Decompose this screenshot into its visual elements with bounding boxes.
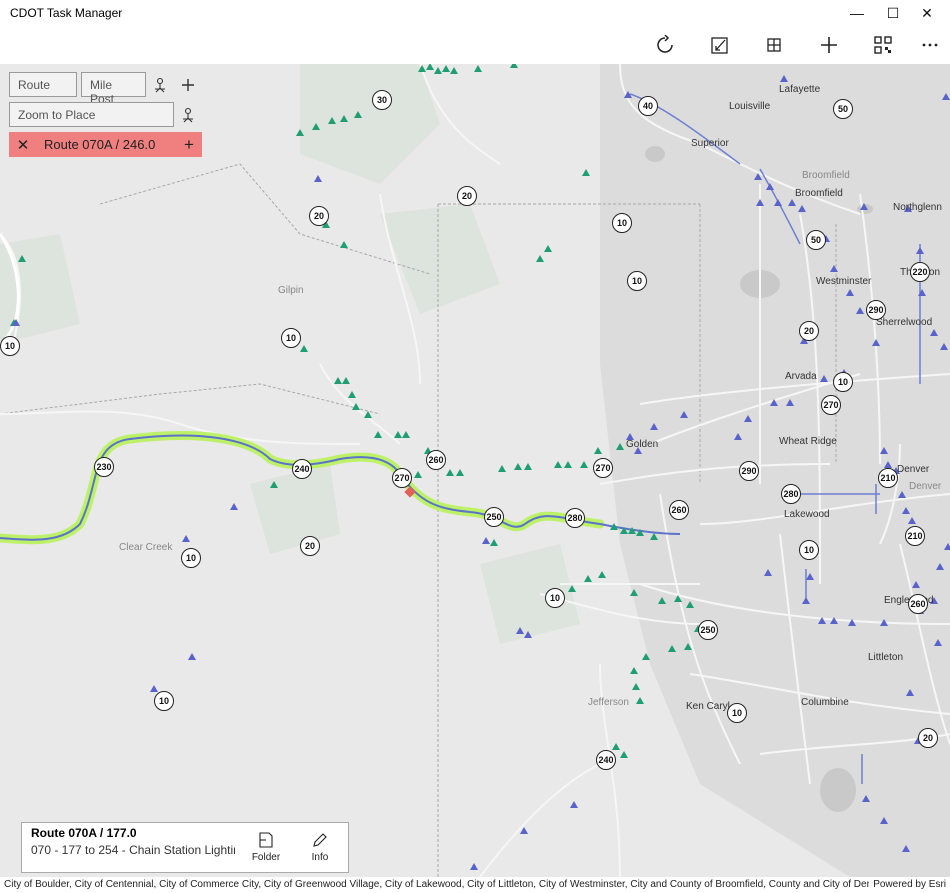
active-route-chip: ✕ Route 070A / 246.0 + bbox=[9, 132, 202, 157]
place-label: Columbine bbox=[801, 697, 849, 708]
place-label: Gilpin bbox=[278, 285, 304, 296]
milepost-shield[interactable]: 30 bbox=[372, 90, 392, 110]
info-card-title: Route 070A / 177.0 bbox=[31, 826, 137, 840]
attribution-text: City of Boulder, City of Centennial, Cit… bbox=[4, 879, 870, 890]
more-icon[interactable] bbox=[915, 32, 945, 58]
milepost-shield[interactable]: 20 bbox=[457, 186, 477, 206]
toolbar bbox=[0, 26, 950, 64]
locate-person-icon[interactable] bbox=[149, 74, 171, 96]
milepost-shield[interactable]: 270 bbox=[392, 468, 412, 488]
milepost-shield[interactable]: 280 bbox=[781, 484, 801, 504]
asset-info-card[interactable]: Route 070A / 177.0 070 - 177 to 254 - Ch… bbox=[21, 822, 349, 873]
milepost-shield[interactable]: 290 bbox=[739, 461, 759, 481]
info-button[interactable]: Info bbox=[298, 831, 342, 863]
place-label: Golden bbox=[626, 439, 659, 450]
folder-icon bbox=[259, 832, 273, 848]
place-label: Denver bbox=[909, 481, 942, 492]
milepost-shield[interactable]: 260 bbox=[426, 450, 446, 470]
place-label: Arvada bbox=[785, 371, 817, 382]
milepost-shield[interactable]: 10 bbox=[545, 588, 565, 608]
milepost-input[interactable]: Mile Post bbox=[81, 72, 146, 106]
milepost-shield[interactable]: 10 bbox=[0, 336, 20, 356]
add-icon[interactable] bbox=[177, 74, 199, 96]
milepost-shield[interactable]: 210 bbox=[878, 468, 898, 488]
milepost-shield[interactable]: 250 bbox=[484, 507, 504, 527]
info-card-subtitle: 070 - 177 to 254 - Chain Station Lightin… bbox=[31, 843, 235, 857]
route-input[interactable]: Route bbox=[9, 72, 77, 97]
grid-icon[interactable] bbox=[759, 32, 789, 58]
milepost-shield[interactable]: 210 bbox=[905, 526, 925, 546]
milepost-shield[interactable]: 280 bbox=[565, 508, 585, 528]
milepost-shield[interactable]: 230 bbox=[94, 457, 114, 477]
milepost-shield[interactable]: 10 bbox=[833, 372, 853, 392]
place-label: Sherrelwood bbox=[876, 317, 933, 328]
app-title: CDOT Task Manager bbox=[10, 6, 123, 20]
milepost-shield[interactable]: 10 bbox=[154, 691, 174, 711]
milepost-shield[interactable]: 260 bbox=[908, 594, 928, 614]
place-label: Denver bbox=[897, 464, 930, 475]
map-attribution: City of Boulder, City of Centennial, Cit… bbox=[0, 877, 950, 893]
place-label: Northglenn bbox=[893, 202, 942, 213]
place-label: Broomfield bbox=[802, 170, 850, 181]
milepost-shield[interactable]: 20 bbox=[300, 536, 320, 556]
close-icon[interactable]: ✕ bbox=[9, 136, 37, 154]
title-bar: CDOT Task Manager — ☐ ✕ bbox=[0, 0, 950, 26]
milepost-shield[interactable]: 20 bbox=[918, 728, 938, 748]
edit-map-icon[interactable] bbox=[705, 32, 735, 58]
pencil-icon bbox=[313, 833, 327, 847]
milepost-shield[interactable]: 50 bbox=[806, 230, 826, 250]
milepost-shield[interactable]: 290 bbox=[866, 300, 886, 320]
milepost-shield[interactable]: 240 bbox=[292, 459, 312, 479]
milepost-shield[interactable]: 10 bbox=[281, 328, 301, 348]
milepost-shield[interactable]: 270 bbox=[593, 458, 613, 478]
place-label: Broomfield bbox=[795, 188, 843, 199]
place-label: Louisville bbox=[729, 101, 771, 112]
milepost-shield[interactable]: 20 bbox=[309, 206, 329, 226]
place-label: Westminster bbox=[816, 276, 872, 287]
place-label: Ken Caryl bbox=[686, 701, 730, 712]
map-view[interactable]: Lafayette Louisville Superior Broomfield… bbox=[0, 64, 950, 877]
place-label: Littleton bbox=[868, 652, 904, 663]
milepost-shield[interactable]: 250 bbox=[698, 620, 718, 640]
milepost-shield[interactable]: 40 bbox=[638, 96, 658, 116]
place-label: Jefferson bbox=[588, 697, 629, 708]
locate-person-icon[interactable] bbox=[177, 104, 199, 126]
active-route-label[interactable]: Route 070A / 246.0 bbox=[37, 137, 176, 152]
folder-button[interactable]: Folder bbox=[244, 831, 288, 863]
place-label: Superior bbox=[691, 138, 729, 149]
milepost-shield[interactable]: 50 bbox=[833, 99, 853, 119]
milepost-shield[interactable]: 10 bbox=[799, 540, 819, 560]
place-label: Lakewood bbox=[784, 509, 830, 520]
milepost-shield[interactable]: 240 bbox=[596, 750, 616, 770]
add-icon[interactable] bbox=[814, 32, 844, 58]
place-label: Lafayette bbox=[779, 84, 821, 95]
map-base-layer bbox=[0, 64, 950, 877]
milepost-shield[interactable]: 10 bbox=[612, 213, 632, 233]
place-label: Clear Creek bbox=[119, 542, 173, 553]
milepost-shield[interactable]: 10 bbox=[727, 703, 747, 723]
milepost-shield[interactable]: 10 bbox=[181, 548, 201, 568]
refresh-icon[interactable] bbox=[650, 32, 680, 58]
zoom-to-place-input[interactable]: Zoom to Place bbox=[9, 102, 174, 127]
milepost-shield[interactable]: 20 bbox=[799, 321, 819, 341]
milepost-shield[interactable]: 10 bbox=[627, 271, 647, 291]
folder-label: Folder bbox=[251, 852, 281, 863]
add-icon[interactable]: + bbox=[176, 135, 202, 155]
milepost-shield[interactable]: 270 bbox=[821, 395, 841, 415]
powered-by-label[interactable]: Powered by Esri bbox=[869, 879, 946, 890]
milepost-shield[interactable]: 220 bbox=[910, 262, 930, 282]
info-label: Info bbox=[311, 852, 329, 863]
milepost-shield[interactable]: 260 bbox=[669, 500, 689, 520]
place-label: Wheat Ridge bbox=[779, 436, 837, 447]
qr-code-icon[interactable] bbox=[868, 32, 898, 58]
close-icon[interactable]: ✕ bbox=[904, 0, 950, 26]
